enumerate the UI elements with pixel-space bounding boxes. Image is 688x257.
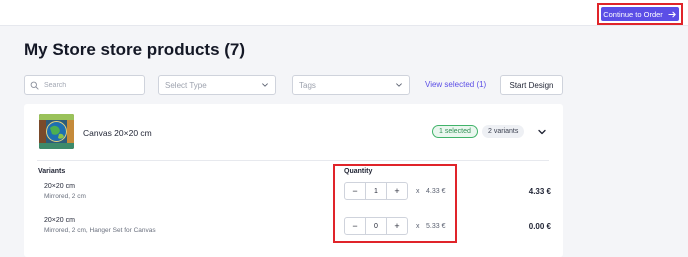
variant-name: 20×20 cm	[44, 183, 75, 190]
search-input[interactable]	[44, 81, 139, 89]
search-field[interactable]	[24, 75, 145, 95]
expand-chevron-icon[interactable]	[536, 126, 548, 138]
variants-header: Variants	[38, 168, 66, 175]
continue-highlight: Continue to Order	[597, 3, 683, 25]
continue-to-order-button[interactable]: Continue to Order	[601, 7, 679, 21]
top-bar: Continue to Order	[0, 0, 688, 26]
variant-name: 20×20 cm	[44, 217, 75, 224]
view-selected-link[interactable]: View selected (1)	[425, 80, 486, 89]
variant-options: Mirrored, 2 cm, Hanger Set for Canvas	[44, 227, 156, 234]
tags-label: Tags	[299, 80, 316, 90]
row-total: 0.00 €	[528, 222, 551, 231]
start-design-button[interactable]: Start Design	[500, 75, 563, 95]
arrow-right-icon	[668, 11, 676, 17]
selected-count-badge: 1 selected	[432, 125, 478, 138]
select-type-dropdown[interactable]: Select Type	[158, 75, 276, 95]
select-type-label: Select Type	[165, 80, 207, 90]
product-card: Canvas 20×20 cm 1 selected 2 variants Va…	[24, 104, 563, 257]
row-total: 4.33 €	[528, 187, 551, 196]
product-name[interactable]: Canvas 20×20 cm	[83, 128, 152, 138]
chevron-down-icon	[262, 83, 268, 87]
continue-to-order-label: Continue to Order	[603, 9, 663, 19]
chevron-down-icon	[396, 83, 402, 87]
variants-count-badge: 2 variants	[482, 125, 525, 138]
card-divider	[37, 160, 549, 161]
page-title: My Store store products (7)	[24, 40, 246, 59]
quantity-highlight	[333, 164, 457, 243]
product-thumbnail[interactable]	[39, 114, 74, 149]
search-icon	[30, 81, 39, 90]
tags-dropdown[interactable]: Tags	[292, 75, 410, 95]
variant-options: Mirrored, 2 cm	[44, 193, 86, 200]
